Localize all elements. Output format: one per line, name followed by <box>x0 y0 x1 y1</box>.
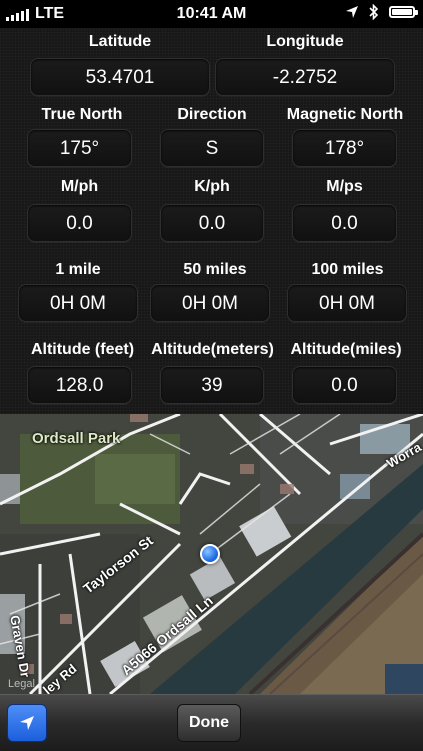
true-north-field: 175° <box>27 129 132 167</box>
altitude-feet-field: 128.0 <box>27 366 132 404</box>
magnetic-north-field: 178° <box>292 129 397 167</box>
map-legal-link[interactable]: Legal <box>8 678 35 690</box>
latitude-field: 53.4701 <box>30 58 210 96</box>
true-north-label: True North <box>41 106 123 123</box>
mps-field: 0.0 <box>292 204 397 242</box>
one-mile-label: 1 mile <box>55 261 101 278</box>
bluetooth-icon <box>369 4 379 20</box>
kph-field: 0.0 <box>160 204 264 242</box>
hundred-miles-label: 100 miles <box>311 261 384 278</box>
one-mile-field: 0H 0M <box>18 284 138 322</box>
kph-label: K/ph <box>194 178 230 195</box>
fifty-miles-field: 0H 0M <box>150 284 270 322</box>
longitude-field: -2.2752 <box>215 58 395 96</box>
direction-label: Direction <box>177 106 247 123</box>
hundred-miles-field: 0H 0M <box>287 284 407 322</box>
longitude-label: Longitude <box>266 33 344 50</box>
mph-label: M/ph <box>60 178 99 195</box>
mps-label: M/ps <box>326 178 363 195</box>
location-arrow-icon <box>346 6 358 18</box>
latitude-label: Latitude <box>88 33 152 50</box>
altitude-feet-label: Altitude (feet) <box>30 341 135 358</box>
direction-field: S <box>160 129 264 167</box>
altitude-miles-label: Altitude(miles) <box>290 341 402 358</box>
info-panel: Latitude Longitude 53.4701 -2.2752 True … <box>0 28 423 414</box>
battery-icon <box>389 6 418 18</box>
bottom-toolbar: Done <box>0 694 423 751</box>
status-bar: LTE 10:41 AM <box>0 0 423 28</box>
current-location-pin <box>200 544 220 564</box>
done-button[interactable]: Done <box>177 704 241 742</box>
location-arrow-icon <box>20 716 34 730</box>
mph-field: 0.0 <box>27 204 132 242</box>
status-right <box>345 4 418 20</box>
locate-me-button[interactable] <box>7 704 47 742</box>
altitude-meters-field: 39 <box>160 366 264 404</box>
altitude-miles-field: 0.0 <box>292 366 397 404</box>
magnetic-north-label: Magnetic North <box>286 106 404 123</box>
fifty-miles-label: 50 miles <box>183 261 247 278</box>
altitude-meters-label: Altitude(meters) <box>151 341 274 358</box>
satellite-map[interactable]: Ordsall Park Taylorson St A5066 Ordsall … <box>0 414 423 694</box>
map-label-park: Ordsall Park <box>32 430 121 447</box>
